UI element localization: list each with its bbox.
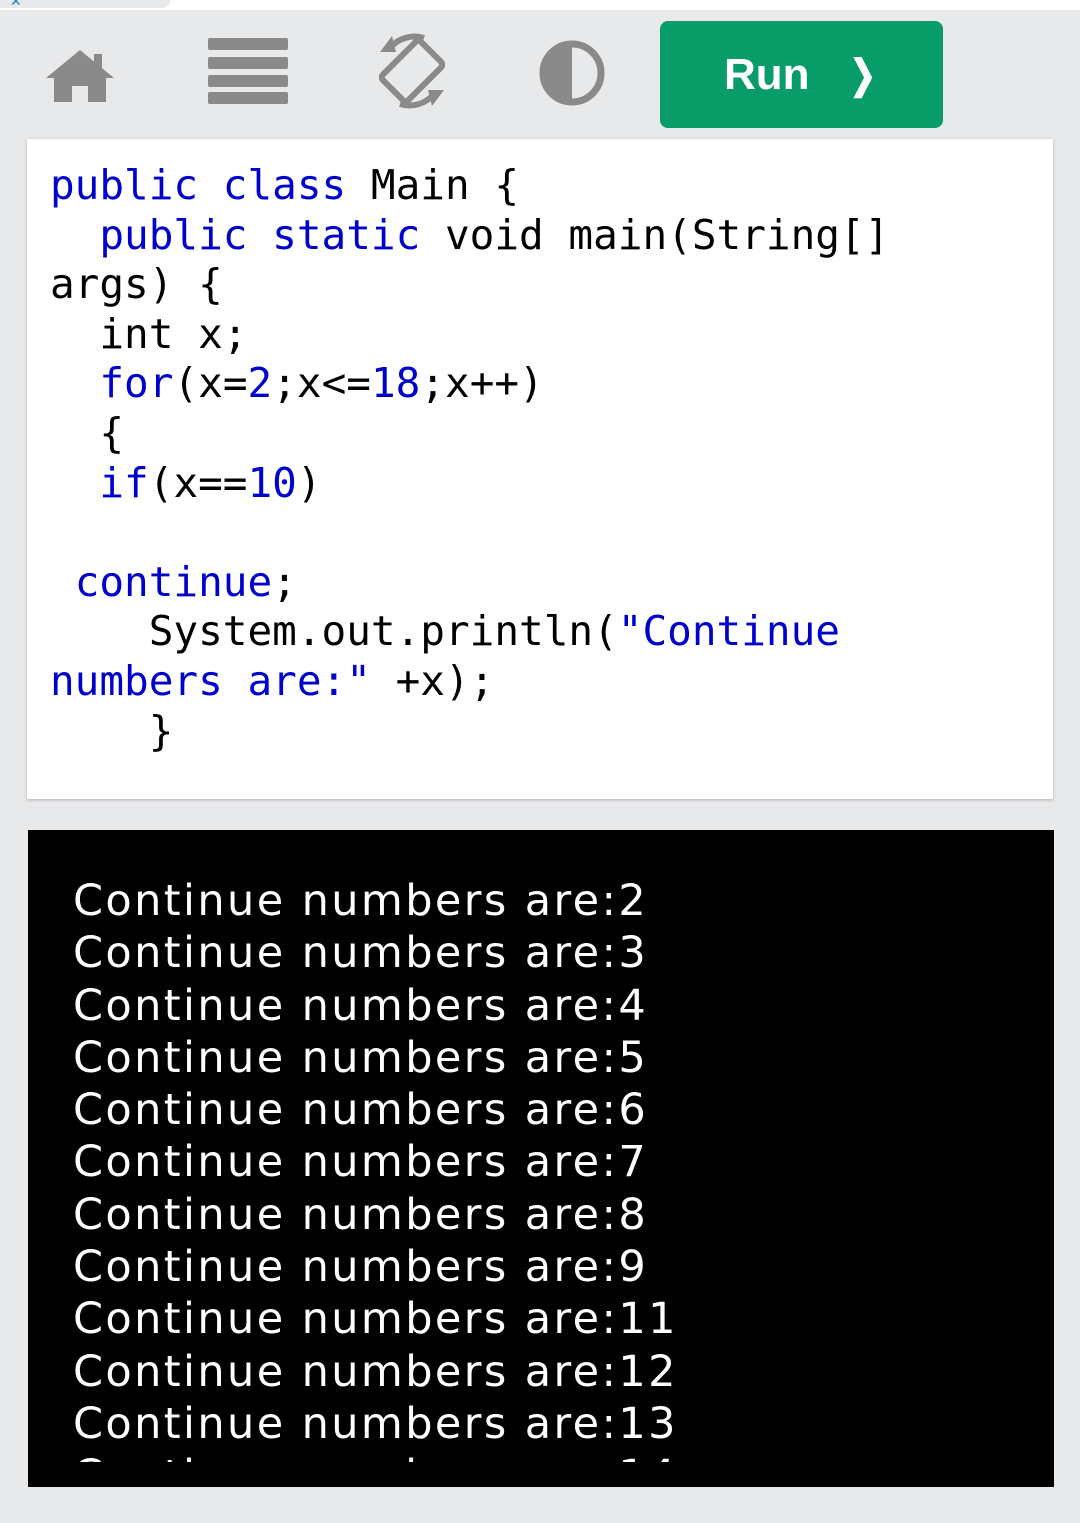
output-line: Continue numbers are:14 (73, 1450, 1023, 1462)
output-line: Continue numbers are:12 (73, 1346, 678, 1397)
browser-tab[interactable]: ✕ (0, 0, 170, 10)
output-line: Continue numbers are:13 (73, 1398, 678, 1449)
output-line: Continue numbers are:7 (73, 1137, 649, 1188)
editor-toolbar: Run ❯ (0, 10, 1080, 138)
code-line: continue; (74, 557, 297, 606)
output-console: Continue numbers are:2 Continue numbers a… (28, 830, 1054, 1487)
output-line: Continue numbers are:6 (73, 1085, 649, 1136)
code-line: System.out.println("Continue (148, 607, 840, 656)
code-editor[interactable]: public class Main { public static void m… (27, 139, 1053, 799)
code-line: args) { (50, 260, 223, 309)
home-icon[interactable] (44, 48, 116, 104)
chevron-right-icon: ❯ (848, 52, 876, 97)
code-line: } (50, 706, 174, 755)
output-line: Continue numbers are:11 (73, 1294, 678, 1345)
code-line: numbers are:" +x); (50, 656, 495, 705)
code-line: int x; (99, 309, 248, 358)
code-text[interactable]: public class Main { public static void m… (50, 161, 889, 756)
run-button[interactable]: Run ❯ (660, 21, 943, 128)
output-line: Continue numbers are:5 (73, 1032, 649, 1083)
contrast-icon[interactable] (538, 40, 606, 106)
code-line: if(x==10) (99, 458, 322, 507)
output-lines: Continue numbers are:2 Continue numbers a… (73, 875, 1023, 1462)
tab-close-icon[interactable]: ✕ (10, 0, 22, 10)
run-button-label: Run (723, 49, 810, 99)
menu-icon[interactable] (208, 38, 288, 104)
browser-tab-strip: ✕ (0, 0, 1080, 10)
output-line: Continue numbers are:2 (73, 876, 649, 926)
code-line: public static void main(String[] (99, 210, 890, 259)
code-line: public class Main { (50, 161, 520, 209)
output-line: Continue numbers are:9 (73, 1242, 649, 1293)
code-line: { (50, 408, 125, 457)
rotate-icon[interactable] (372, 30, 452, 112)
output-line: Continue numbers are:4 (73, 980, 649, 1031)
output-line: Continue numbers are:3 (73, 928, 649, 979)
output-line: Continue numbers are:8 (73, 1189, 649, 1240)
code-line: for(x=2;x<=18;x++) (99, 359, 544, 408)
